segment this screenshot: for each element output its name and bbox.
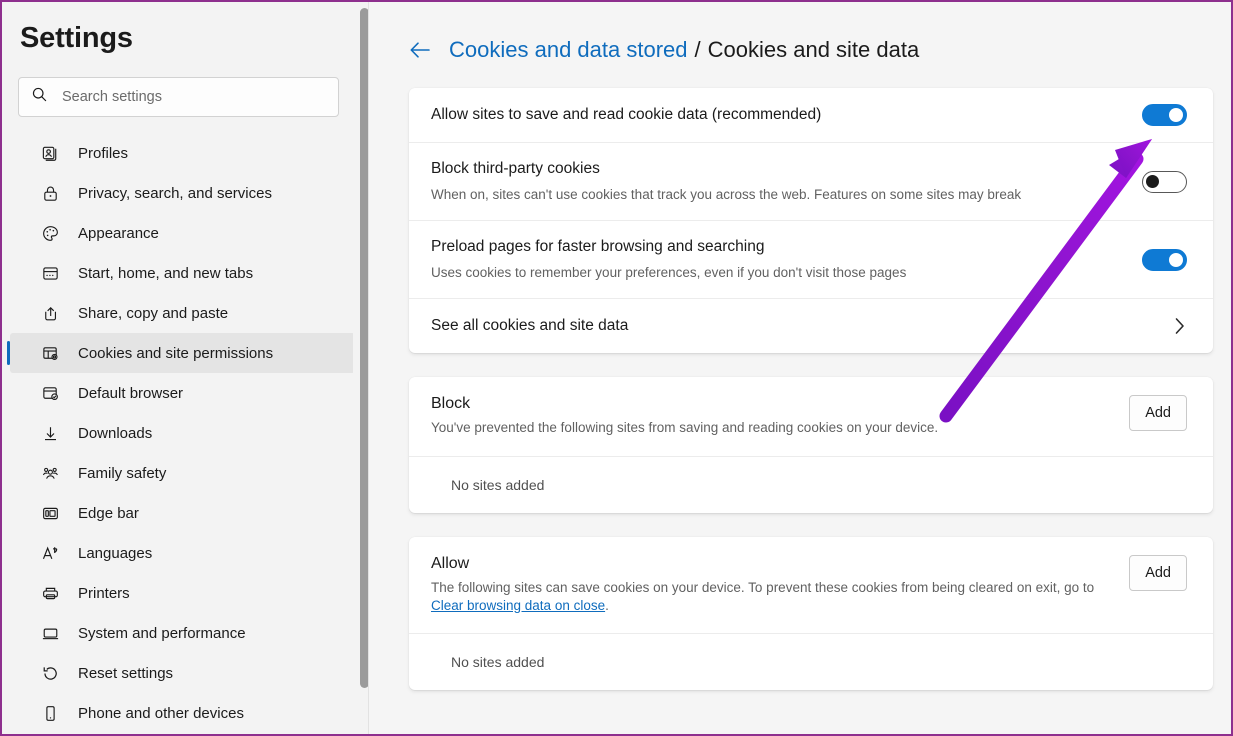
setting-row-preload-pages: Preload pages for faster browsing and se… bbox=[409, 221, 1213, 300]
breadcrumb-separator: / bbox=[694, 37, 701, 62]
allow-add-button[interactable]: Add bbox=[1129, 554, 1187, 591]
sidebar-item-label: Reset settings bbox=[78, 664, 174, 682]
lock-icon bbox=[40, 183, 60, 203]
search-settings-box[interactable] bbox=[18, 77, 339, 117]
block-third-party-cookies-toggle[interactable] bbox=[1142, 170, 1187, 193]
setting-row-allow-sites-cookies: Allow sites to save and read cookie data… bbox=[409, 88, 1213, 143]
breadcrumb: Cookies and data stored / Cookies and si… bbox=[405, 30, 1217, 70]
setting-title: Block third-party cookies bbox=[431, 160, 600, 177]
cookies-permissions-icon bbox=[40, 343, 60, 363]
row-texts: Block You've prevented the following sit… bbox=[431, 395, 1129, 437]
browser-window-icon bbox=[40, 263, 60, 283]
palette-icon bbox=[40, 223, 60, 243]
search-icon bbox=[31, 86, 48, 108]
languages-icon bbox=[40, 543, 60, 563]
row-texts: Preload pages for faster browsing and se… bbox=[431, 237, 1142, 282]
page-title: Settings bbox=[20, 22, 133, 54]
allow-empty-state: No sites added bbox=[451, 653, 545, 670]
block-add-button[interactable]: Add bbox=[1129, 395, 1187, 432]
row-texts: See all cookies and site data bbox=[431, 316, 1172, 337]
sidebar-item-label: Start, home, and new tabs bbox=[78, 264, 254, 282]
sidebar-item-start-home-new-tabs[interactable]: Start, home, and new tabs bbox=[10, 253, 355, 293]
allow-section-title: Allow bbox=[431, 554, 470, 572]
block-section-description: You've prevented the following sites fro… bbox=[431, 420, 939, 436]
clear-browsing-data-on-close-link[interactable]: Clear browsing data on close bbox=[431, 598, 605, 613]
allow-description-text: The following sites can save cookies on … bbox=[431, 579, 1095, 595]
block-section-card: Block You've prevented the following sit… bbox=[409, 377, 1213, 513]
laptop-icon bbox=[40, 623, 60, 643]
edge-bar-icon bbox=[40, 503, 60, 523]
sidebar-item-label: Privacy, search, and services bbox=[78, 184, 272, 202]
toggle-knob bbox=[1169, 108, 1183, 122]
block-section-header: Block You've prevented the following sit… bbox=[409, 377, 1213, 457]
sidebar-item-languages[interactable]: Languages bbox=[10, 533, 355, 573]
sidebar-item-label: Profiles bbox=[78, 144, 129, 162]
edge-settings-window: Settings Profi bbox=[0, 0, 1233, 736]
settings-main-panel: Cookies and data stored / Cookies and si… bbox=[369, 2, 1231, 734]
phone-icon bbox=[40, 703, 60, 723]
back-arrow-icon[interactable] bbox=[407, 37, 433, 63]
profiles-icon bbox=[40, 143, 60, 163]
allow-description-period: . bbox=[605, 597, 609, 613]
sidebar-item-label: Downloads bbox=[78, 424, 153, 442]
sidebar-item-share-copy-paste[interactable]: Share, copy and paste bbox=[10, 293, 355, 333]
search-input[interactable] bbox=[62, 89, 326, 105]
block-section-title: Block bbox=[431, 395, 471, 413]
sidebar-scrollbar-track[interactable] bbox=[353, 2, 369, 734]
sidebar-item-cookies-and-site-permissions[interactable]: Cookies and site permissions bbox=[7, 333, 355, 373]
download-icon bbox=[40, 423, 60, 443]
reset-icon bbox=[40, 663, 60, 683]
setting-title: See all cookies and site data bbox=[431, 316, 629, 334]
setting-description: Uses cookies to remember your preference… bbox=[431, 265, 907, 281]
allow-sites-cookie-toggle[interactable] bbox=[1142, 104, 1187, 126]
chevron-right-icon bbox=[1172, 315, 1187, 337]
block-empty-state: No sites added bbox=[451, 476, 545, 493]
sidebar-item-printers[interactable]: Printers bbox=[10, 573, 355, 613]
sidebar-item-label: Family safety bbox=[78, 464, 167, 482]
sidebar-item-label: Edge bar bbox=[78, 504, 139, 522]
sidebar-item-label: Languages bbox=[78, 544, 153, 562]
printer-icon bbox=[40, 583, 60, 603]
setting-row-block-third-party-cookies: Block third-party cookies When on, sites… bbox=[409, 143, 1213, 222]
preload-pages-toggle[interactable] bbox=[1142, 248, 1187, 271]
breadcrumb-current: Cookies and site data bbox=[707, 37, 920, 62]
share-icon bbox=[40, 303, 60, 323]
sidebar-item-label: Appearance bbox=[78, 224, 159, 242]
sidebar-item-privacy-search-services[interactable]: Privacy, search, and services bbox=[10, 173, 355, 213]
sidebar-item-label: Printers bbox=[78, 584, 130, 602]
sidebar-item-label: Share, copy and paste bbox=[78, 304, 229, 322]
sidebar-item-label: Default browser bbox=[78, 384, 184, 402]
sidebar-item-label: Cookies and site permissions bbox=[78, 344, 274, 362]
setting-title: Preload pages for faster browsing and se… bbox=[431, 238, 765, 256]
family-icon bbox=[40, 463, 60, 483]
breadcrumb-parent-link[interactable]: Cookies and data stored bbox=[449, 37, 688, 63]
setting-description: When on, sites can't use cookies that tr… bbox=[431, 186, 1022, 202]
sidebar-item-system-and-performance[interactable]: System and performance bbox=[10, 613, 355, 653]
row-texts: Allow The following sites can save cooki… bbox=[431, 555, 1129, 615]
cookie-settings-card: Allow sites to save and read cookie data… bbox=[409, 88, 1213, 354]
sidebar-item-label: Phone and other devices bbox=[78, 704, 244, 722]
toggle-knob bbox=[1169, 252, 1183, 267]
settings-sidebar: Settings Profi bbox=[2, 2, 369, 734]
sidebar-item-downloads[interactable]: Downloads bbox=[10, 413, 355, 453]
allow-section-card: Allow The following sites can save cooki… bbox=[409, 536, 1213, 690]
sidebar-nav-list: Profiles Privacy, search, and services A… bbox=[2, 133, 369, 733]
sidebar-item-family-safety[interactable]: Family safety bbox=[10, 453, 355, 493]
sidebar-item-appearance[interactable]: Appearance bbox=[10, 213, 355, 253]
sidebar-item-reset-settings[interactable]: Reset settings bbox=[10, 653, 355, 693]
allow-section-description: The following sites can save cookies on … bbox=[431, 579, 1111, 615]
sidebar-item-default-browser[interactable]: Default browser bbox=[10, 373, 355, 413]
toggle-knob bbox=[1146, 174, 1159, 188]
allow-section-header: Allow The following sites can save cooki… bbox=[409, 537, 1213, 634]
sidebar-item-edge-bar[interactable]: Edge bar bbox=[10, 493, 355, 533]
sidebar-item-phone-and-other-devices[interactable]: Phone and other devices bbox=[10, 693, 355, 733]
setting-title: Allow sites to save and read cookie data… bbox=[431, 105, 822, 123]
sidebar-item-label: System and performance bbox=[78, 624, 246, 642]
row-texts: Block third-party cookies When on, sites… bbox=[431, 159, 1142, 204]
row-texts: Allow sites to save and read cookie data… bbox=[431, 105, 1142, 126]
sidebar-item-profiles[interactable]: Profiles bbox=[10, 133, 355, 173]
default-browser-icon bbox=[40, 383, 60, 403]
setting-row-see-all-cookies[interactable]: See all cookies and site data bbox=[409, 299, 1213, 353]
